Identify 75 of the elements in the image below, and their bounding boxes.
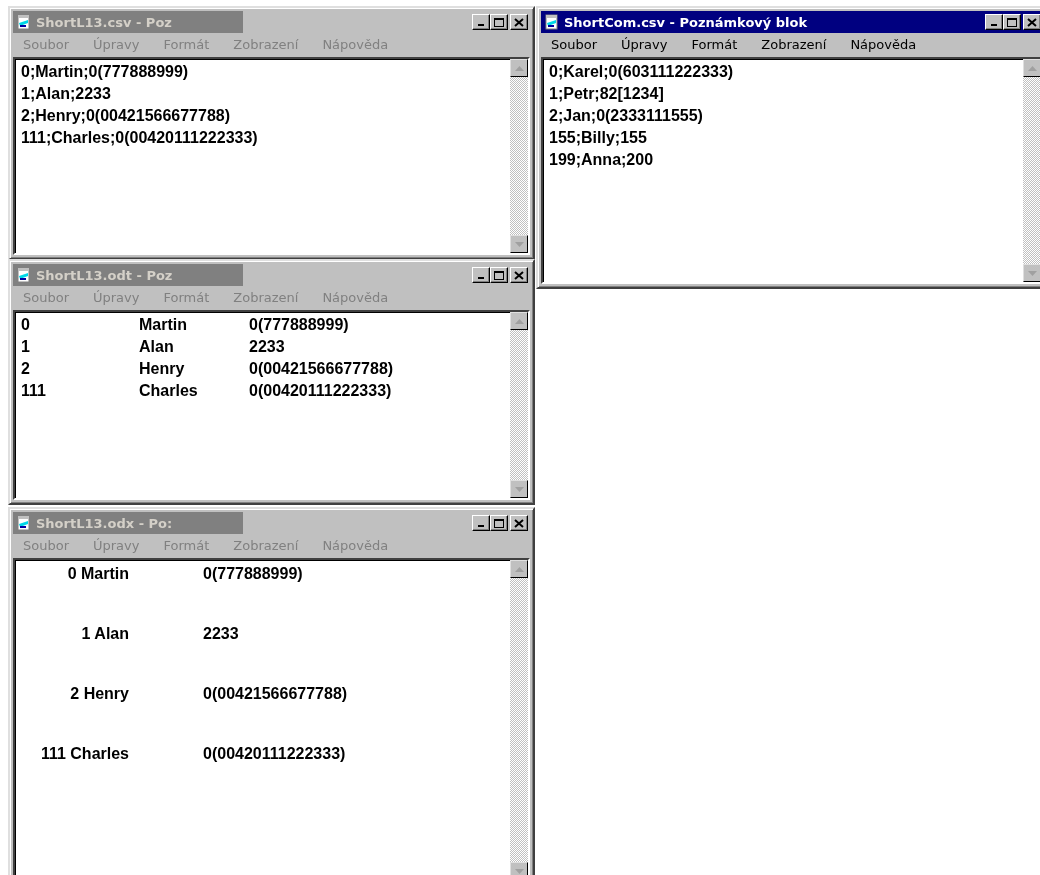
up-arrow-icon — [514, 566, 524, 572]
text-cell-text: Alan — [139, 337, 174, 357]
down-arrow-icon — [514, 241, 524, 247]
text-cell-text: Henry — [139, 359, 185, 379]
window-title: ShortL13.odt - Poz — [36, 267, 173, 283]
menu-item[interactable]: Formát — [685, 36, 746, 52]
close-icon — [514, 270, 524, 280]
text-cell-text: 2233 — [249, 337, 285, 357]
window-title: ShortL13.odx - Po: — [36, 515, 173, 531]
minimize-icon — [478, 24, 484, 26]
notepad-icon — [544, 14, 560, 30]
close-icon — [514, 17, 524, 27]
scrollbar[interactable] — [1023, 59, 1040, 282]
minimize-icon — [478, 525, 484, 527]
scroll-down-button[interactable] — [510, 862, 528, 875]
notepad-icon — [16, 267, 32, 283]
text-cell-text: 2233 — [202, 624, 239, 644]
scroll-up-button[interactable] — [1023, 59, 1040, 77]
text-line: 0;Martin;0(777888999) — [21, 62, 190, 82]
text-cell-text: 0(00420111222333) — [202, 744, 346, 764]
menu-item[interactable]: Nápověda — [844, 36, 925, 52]
maximize-button[interactable] — [1003, 14, 1021, 30]
text-cell: 0 Martin — [67, 564, 129, 584]
window-title: ShortCom.csv - Poznámkový blok — [564, 14, 808, 30]
text-area[interactable]: 0;Karel;0(603111222333) 1;Petr;82[1234] 2;Jan;0(2333111555) 155;Billy;155 199;Anna;200 — [541, 57, 1040, 284]
text-cell: 2 Henry — [70, 684, 129, 704]
scroll-up-button[interactable] — [510, 312, 528, 330]
maximize-icon — [494, 518, 504, 528]
scroll-down-button[interactable] — [510, 235, 528, 253]
maximize-icon — [494, 270, 504, 280]
minimize-button[interactable] — [985, 14, 1003, 30]
notepad-icon — [16, 515, 32, 531]
scroll-up-button[interactable] — [510, 560, 528, 578]
down-arrow-icon — [514, 486, 524, 492]
text-cell-text: 0 — [21, 315, 30, 335]
scroll-down-button[interactable] — [1023, 264, 1040, 282]
scroll-down-button[interactable] — [510, 480, 528, 498]
text-cell-text: Martin — [139, 315, 187, 335]
down-arrow-icon — [1027, 270, 1037, 276]
text-line: 155;Billy;155 — [549, 128, 648, 148]
notepad-icon — [16, 14, 32, 30]
up-arrow-icon — [514, 318, 524, 324]
close-icon — [514, 518, 524, 528]
close-icon — [1027, 17, 1037, 27]
text-line: 1;Petr;82[1234] — [549, 84, 665, 104]
text-line: 0;Karel;0(603111222333) — [549, 62, 735, 82]
menu-item[interactable]: Úpravy — [615, 36, 676, 52]
text-cell-text: 111 — [21, 381, 46, 401]
menu-item[interactable]: Zobrazení — [755, 36, 835, 52]
minimize-icon — [478, 277, 484, 279]
maximize-icon — [1007, 17, 1017, 27]
close-button[interactable] — [1023, 14, 1040, 30]
window-title: ShortL13.csv - Poz — [36, 14, 172, 30]
text-cell-text: 0(777888999) — [202, 564, 303, 584]
text-cell-text: 2 — [21, 359, 30, 379]
text-cell: 1 Alan — [81, 624, 129, 644]
text-line: 111;Charles;0(00420111222333) — [21, 128, 259, 148]
text-line: 1;Alan;2233 — [21, 84, 112, 104]
maximize-icon — [494, 17, 504, 27]
text-line: 2;Jan;0(2333111555) — [549, 106, 704, 126]
text-cell-text: 1 — [21, 337, 30, 357]
text-cell-text: 0(00421566677788) — [249, 359, 394, 379]
menu-item[interactable]: Soubor — [545, 36, 605, 52]
text-cell-text: 0(777888999) — [249, 315, 349, 335]
down-arrow-icon — [514, 868, 524, 874]
up-arrow-icon — [1027, 65, 1037, 71]
up-arrow-icon — [514, 65, 524, 71]
minimize-icon — [991, 24, 997, 26]
scroll-up-button[interactable] — [510, 59, 528, 77]
text-cell-text: Charles — [139, 381, 198, 401]
text-line: 199;Anna;200 — [549, 150, 655, 170]
text-cell-text: 0(00420111222333) — [249, 381, 392, 401]
text-line: 2;Henry;0(00421566677788) — [21, 106, 232, 126]
text-cell-text: 0(00421566677788) — [202, 684, 348, 704]
text-cell: 111 Charles — [40, 744, 129, 764]
